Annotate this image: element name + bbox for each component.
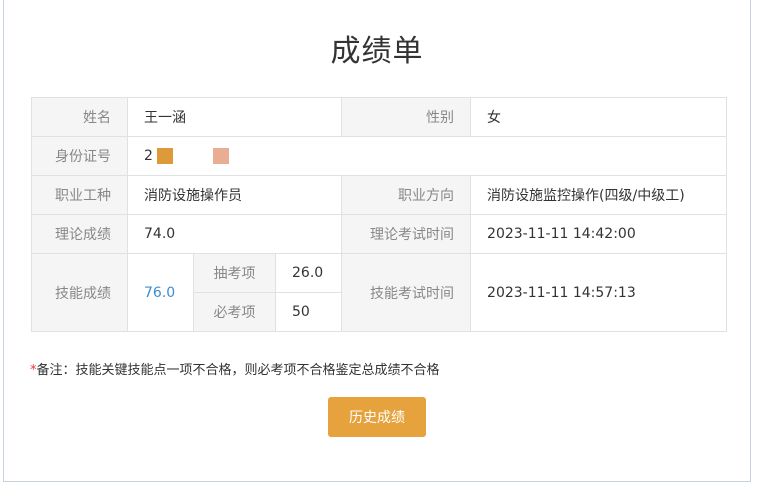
page-title: 成绩单: [330, 34, 424, 69]
theory-time-label: 理论考试时间: [341, 214, 472, 254]
skill-time-value: 2023-11-11 14:57:13: [470, 253, 728, 332]
gender-value: 女: [470, 97, 728, 137]
table-row: 理论成绩 74.0 理论考试时间 2023-11-11 14:42:00: [31, 214, 728, 254]
redaction-mask: [212, 148, 229, 164]
table-row: 身份证号 2: [31, 136, 728, 176]
occupation-value: 消防设施操作员: [126, 175, 343, 215]
id-value: 2: [126, 136, 728, 176]
theory-score-value: 74.0: [126, 214, 343, 254]
id-value-visible: 2: [144, 148, 153, 164]
direction-value: 消防设施监控操作(四级/中级工): [470, 175, 728, 215]
remark-text: 备注：技能关键技能点一项不合格，则必考项不合格鉴定总成绩不合格: [36, 363, 440, 378]
random-item-value: 26.0: [274, 253, 343, 293]
redaction-mask: [156, 148, 173, 164]
required-item-value: 50: [274, 292, 343, 332]
table-row: 技能成绩 76.0 抽考项 26.0 技能考试时间 2023-11-11 14:…: [31, 253, 728, 332]
theory-score-label: 理论成绩: [31, 214, 128, 254]
name-value: 王一涵: [126, 97, 343, 137]
id-label: 身份证号: [31, 136, 128, 176]
table-row: 姓名 王一涵 性别 女: [31, 97, 728, 137]
skill-score-value[interactable]: 76.0: [127, 253, 194, 332]
gender-label: 性别: [341, 97, 472, 137]
skill-time-label: 技能考试时间: [341, 253, 472, 332]
table-row: 职业工种 消防设施操作员 职业方向 消防设施监控操作(四级/中级工): [31, 175, 728, 215]
required-item-label: 必考项: [193, 292, 276, 332]
theory-time-value: 2023-11-11 14:42:00: [470, 214, 728, 254]
score-table: 姓名 王一涵 性别 女 身份证号 2 职业工种 消防设施操作员 职业方向 消防设…: [31, 97, 728, 332]
remark-note: *备注：技能关键技能点一项不合格，则必考项不合格鉴定总成绩不合格: [30, 359, 440, 378]
occupation-label: 职业工种: [31, 175, 128, 215]
skill-score-label: 技能成绩: [31, 253, 128, 332]
direction-label: 职业方向: [341, 175, 472, 215]
random-item-label: 抽考项: [193, 253, 276, 293]
history-scores-button[interactable]: 历史成绩: [328, 397, 426, 437]
name-label: 姓名: [31, 97, 128, 137]
